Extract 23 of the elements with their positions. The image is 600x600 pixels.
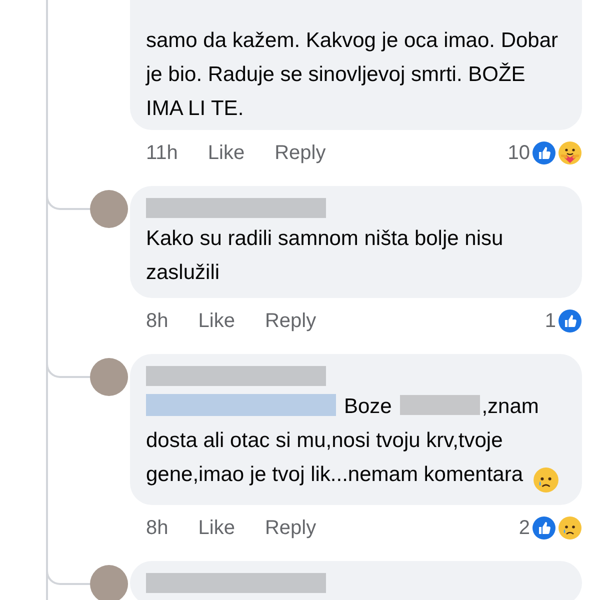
reply-link[interactable]: Reply xyxy=(264,513,316,543)
like-link[interactable]: Like xyxy=(208,138,245,168)
comment-text: Boze xyxy=(344,395,392,418)
thumbs-up-icon xyxy=(532,141,556,165)
crying-face-icon xyxy=(532,467,559,494)
crying-face-icon xyxy=(558,516,582,540)
reply-link[interactable]: Reply xyxy=(274,138,326,168)
comment-text: samo da kažem. Kakvog je oca imao. Dobar je bio. Raduje se sinovljevoj smrti. BOŽE IMA LI TE. xyxy=(146,29,558,120)
comment-text: dosta ali otac si mu,nosi tvoju krv,tvoje gene,imao je tvoj lik...nemam komentara xyxy=(146,429,524,486)
comment-time: 8h xyxy=(146,309,168,334)
comment-text: ,znam xyxy=(482,395,539,418)
comment-text: Kako su radili samnom ništa bolje nisu zaslužili xyxy=(146,227,504,284)
like-link[interactable]: Like xyxy=(198,306,235,336)
reaction-count: 2 xyxy=(518,516,530,541)
comment-time: 11h xyxy=(146,141,178,166)
like-link[interactable]: Like xyxy=(198,513,235,543)
comment-time: 8h xyxy=(146,516,168,541)
hugging-face-icon xyxy=(558,141,582,165)
reply-link[interactable]: Reply xyxy=(264,306,316,336)
reaction-count: 1 xyxy=(544,309,556,334)
thumbs-up-icon xyxy=(558,309,582,333)
thumbs-up-icon xyxy=(532,516,556,540)
reaction-count: 10 xyxy=(508,141,530,166)
